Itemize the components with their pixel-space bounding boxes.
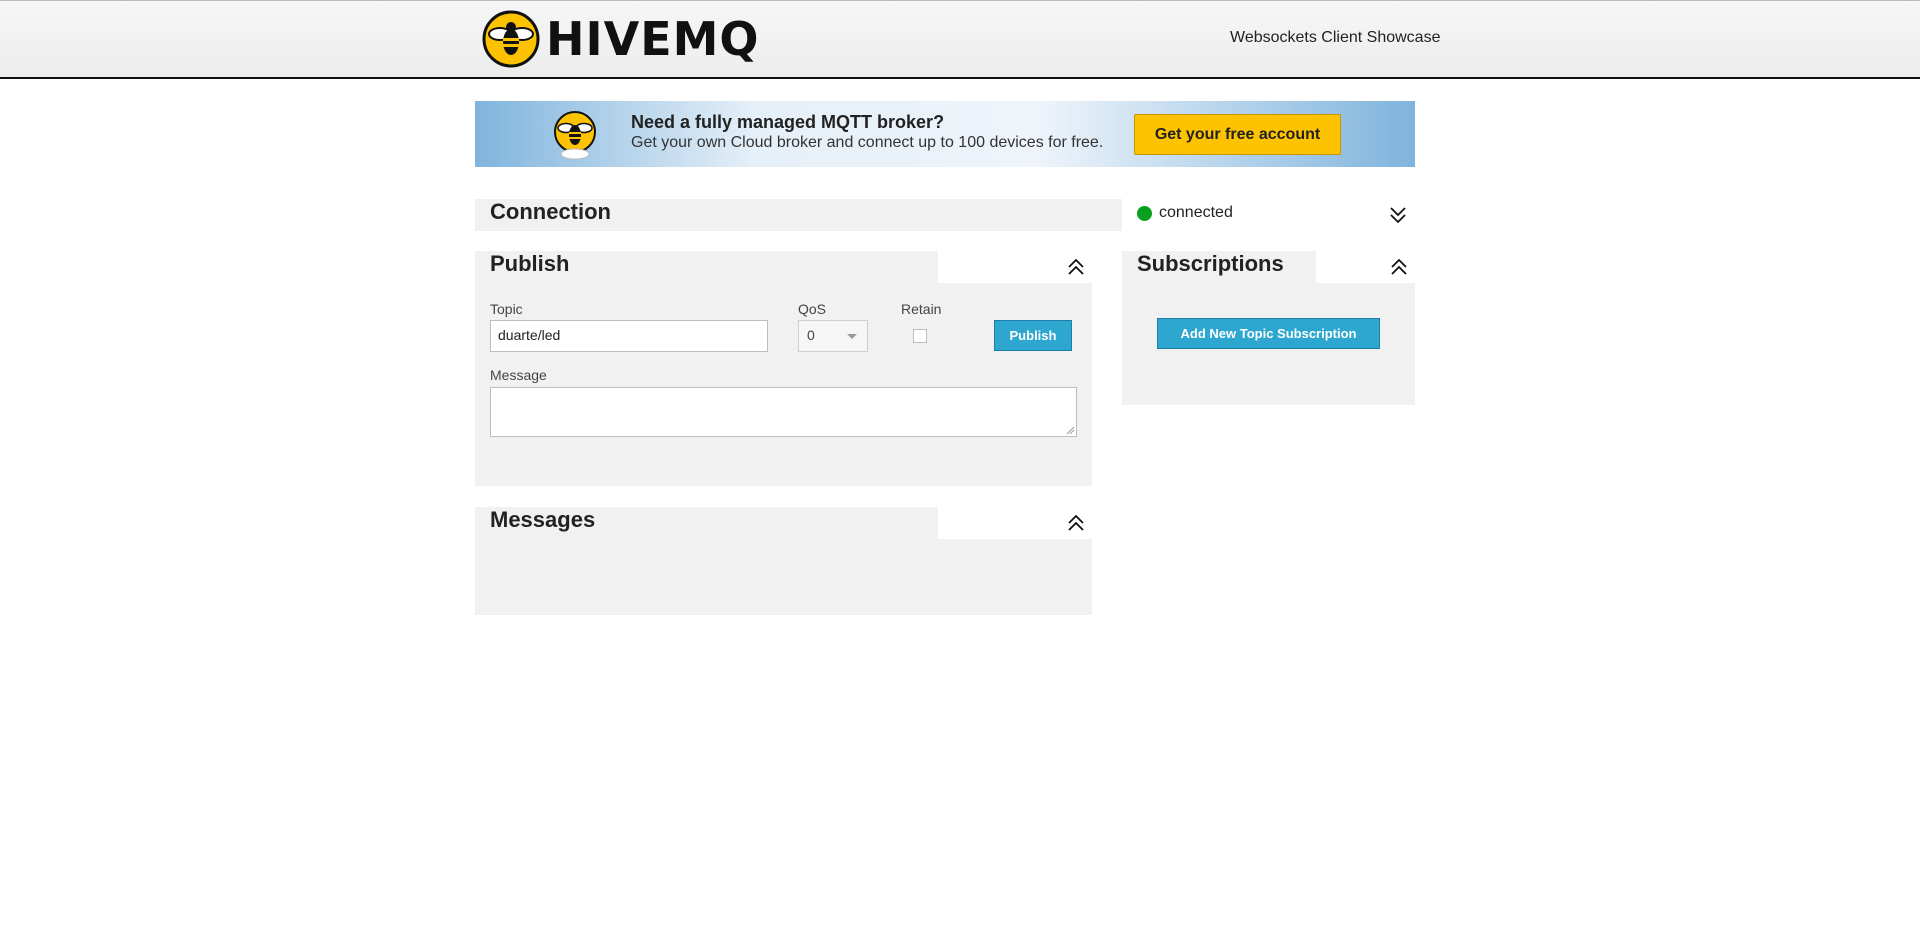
retain-checkbox[interactable] [913, 329, 927, 343]
add-topic-subscription-button[interactable]: Add New Topic Subscription [1157, 318, 1380, 349]
messages-section-title: Messages [475, 507, 938, 539]
topic-label: Topic [490, 301, 523, 317]
resize-handle-icon[interactable] [1066, 426, 1075, 435]
qos-label: QoS [798, 301, 827, 317]
header-tagline: Websockets Client Showcase [1230, 29, 1441, 46]
chevron-double-up-icon[interactable] [1389, 257, 1409, 277]
publish-panel [475, 283, 1092, 486]
promo-banner: Need a fully managed MQTT broker? Get yo… [475, 101, 1415, 167]
connection-status-text: connected [1159, 204, 1233, 221]
hivemq-logo[interactable]: HIVEMQ [482, 10, 760, 68]
logo-wordmark: HIVEMQ [546, 12, 760, 66]
bee-logo-icon [482, 10, 540, 68]
banner-subtitle: Get your own Cloud broker and connect up… [631, 134, 1104, 151]
retain-label: Retain [901, 301, 942, 317]
chevron-double-down-icon[interactable] [1388, 205, 1408, 225]
chevron-down-icon [847, 334, 857, 339]
connection-section-title[interactable]: Connection [475, 199, 1122, 231]
publish-section-title: Publish [475, 251, 938, 283]
messages-panel [475, 539, 1092, 615]
message-label: Message [490, 367, 547, 383]
connection-status: connected [1137, 204, 1233, 222]
subscriptions-section-title: Subscriptions [1122, 251, 1316, 283]
banner-title: Need a fully managed MQTT broker? [631, 112, 945, 132]
page-header: HIVEMQ Websockets Client Showcase [0, 0, 1920, 79]
message-textarea[interactable] [490, 387, 1077, 437]
status-indicator-icon [1137, 205, 1152, 221]
chevron-double-up-icon[interactable] [1066, 513, 1086, 533]
chevron-double-up-icon[interactable] [1066, 257, 1086, 277]
qos-value: 0 [807, 327, 815, 343]
publish-button[interactable]: Publish [994, 320, 1072, 351]
get-free-account-button[interactable]: Get your free account [1134, 114, 1341, 155]
topic-input[interactable]: duarte/led [490, 320, 768, 352]
cloud-bee-icon [554, 111, 596, 160]
qos-select[interactable]: 0 [798, 320, 868, 352]
